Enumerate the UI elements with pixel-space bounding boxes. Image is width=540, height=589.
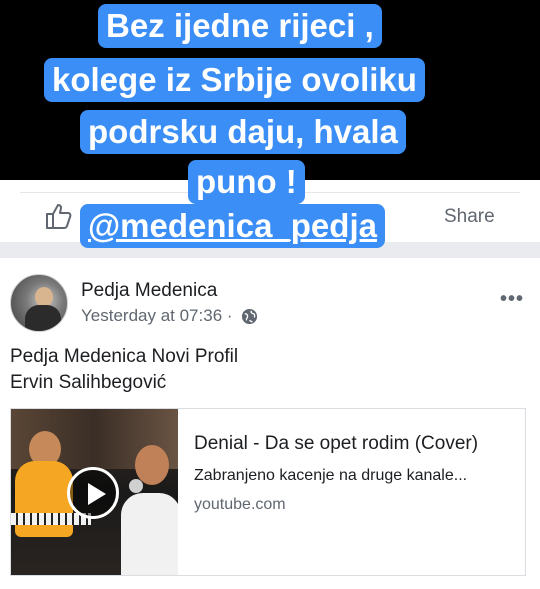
thumbnail-person-left <box>15 461 73 537</box>
story-mention-link[interactable]: @medenica_pedja <box>80 204 385 248</box>
play-icon[interactable] <box>67 467 119 519</box>
thumbnail-microphone <box>129 479 143 493</box>
story-caption-line-3: podrsku daju, hvala <box>80 110 406 154</box>
link-info: Denial - Da se opet rodim (Cover) Zabran… <box>194 431 519 514</box>
share-button[interactable]: Share <box>444 206 495 228</box>
story-caption-line-2: kolege iz Srbije ovoliku <box>44 58 425 102</box>
thumbnail-person-right-head <box>135 445 169 485</box>
feed-post: Pedja Medenica Yesterday at 07:36 · ••• … <box>0 258 540 589</box>
post-text-line-2[interactable]: Ervin Salihbegović <box>10 370 238 396</box>
thumbs-up-icon[interactable] <box>44 201 74 231</box>
post-meta: Yesterday at 07:36 · <box>81 306 258 326</box>
video-thumbnail[interactable] <box>11 409 178 575</box>
link-description: Zabranjeno kacenje na druge kanale... <box>194 467 468 484</box>
avatar-head <box>35 287 53 307</box>
avatar-body <box>25 305 61 331</box>
link-title[interactable]: Denial - Da se opet rodim (Cover) <box>194 431 519 456</box>
thumbnail-person-right <box>121 493 178 575</box>
post-author-name[interactable]: Pedja Medenica <box>81 280 217 302</box>
story-caption-line-1: Bez ijedne rijeci , <box>98 4 382 48</box>
globe-icon <box>241 308 257 324</box>
post-body: Pedja Medenica Novi Profil Ervin Salihbe… <box>10 344 238 396</box>
author-avatar[interactable] <box>10 274 68 332</box>
link-preview-card[interactable]: Denial - Da se opet rodim (Cover) Zabran… <box>10 408 526 576</box>
post-timestamp[interactable]: Yesterday at 07:36 · <box>81 306 233 326</box>
post-text-line-1: Pedja Medenica Novi Profil <box>10 346 239 367</box>
link-domain: youtube.com <box>194 496 286 513</box>
story-caption-line-4: puno ! <box>188 160 305 204</box>
more-options-icon[interactable]: ••• <box>500 288 524 311</box>
